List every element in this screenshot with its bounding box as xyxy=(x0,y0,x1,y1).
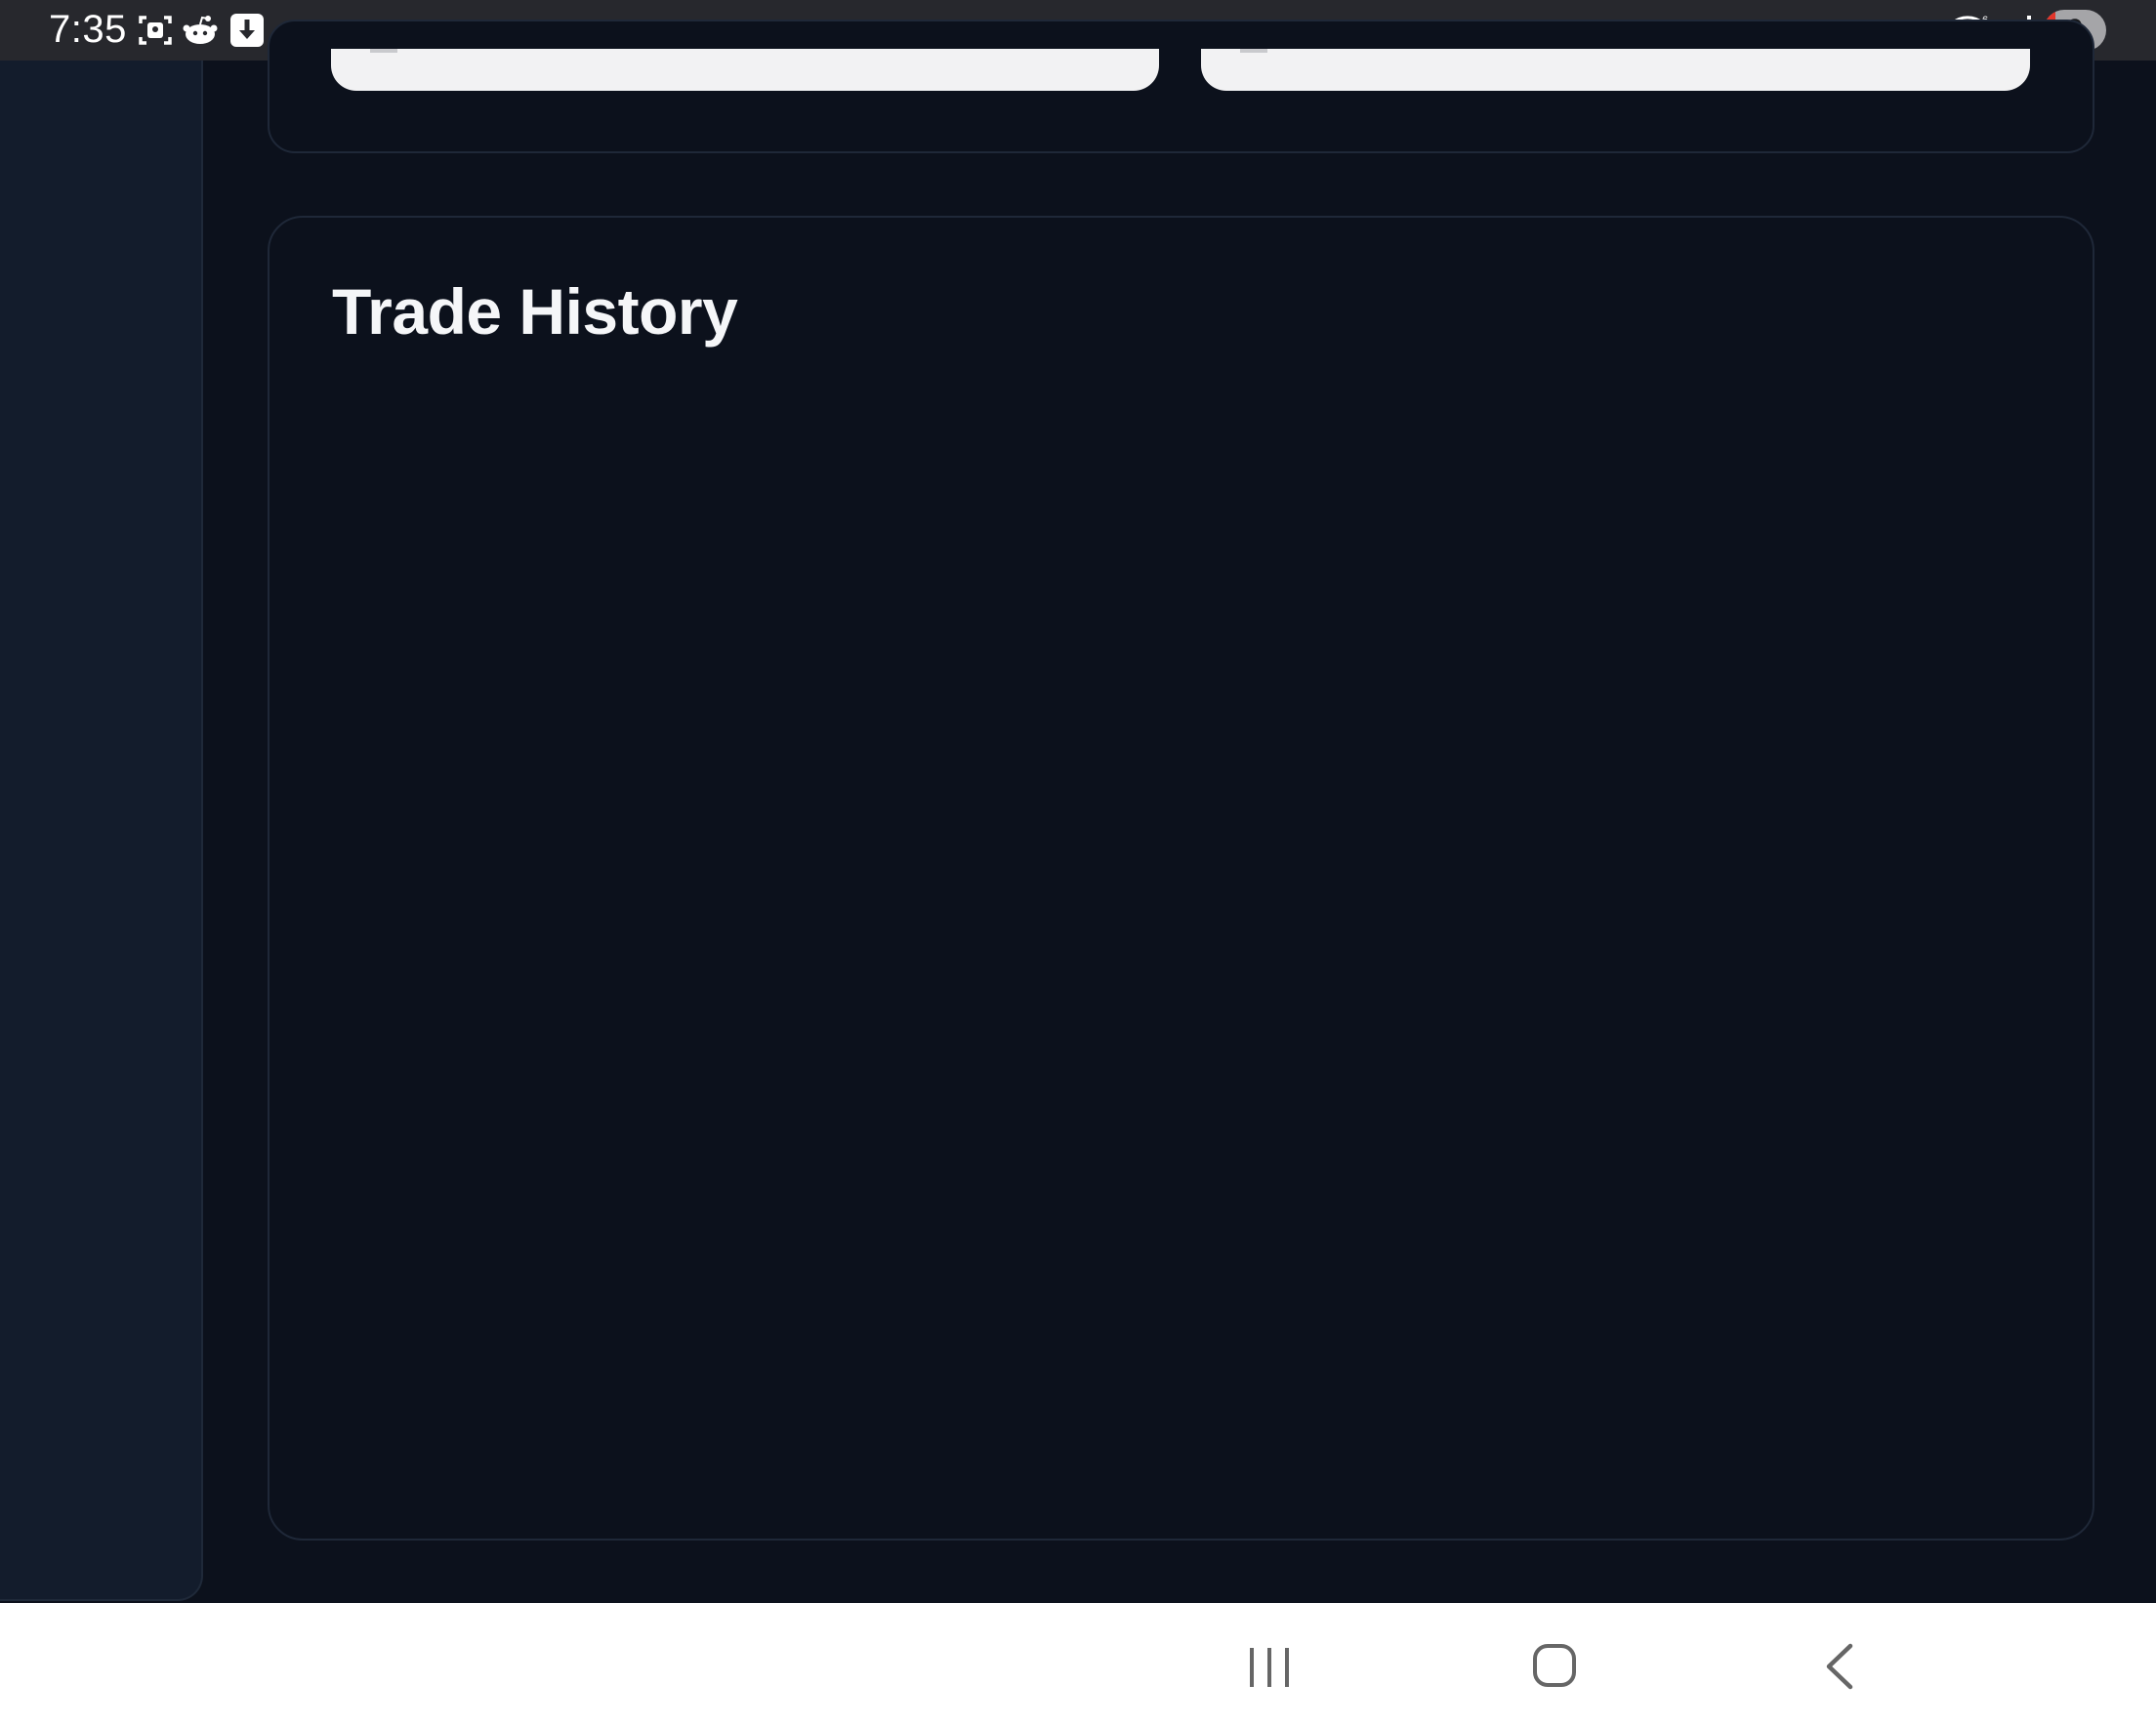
download-icon xyxy=(228,12,266,49)
navigation-bar xyxy=(0,1603,2156,1726)
sidebar xyxy=(0,61,203,1601)
home-button[interactable] xyxy=(1496,1603,1613,1726)
status-time: 7:35 xyxy=(49,8,127,51)
order-button-left[interactable] xyxy=(331,49,1159,91)
button-icon-fragment xyxy=(370,49,397,53)
trade-history-card: Trade History xyxy=(268,216,2094,1541)
back-button[interactable] xyxy=(1780,1603,1897,1726)
screenshot-icon xyxy=(137,12,174,49)
button-icon-fragment xyxy=(1240,49,1267,53)
order-button-right[interactable] xyxy=(1201,49,2030,91)
trade-history-title: Trade History xyxy=(332,275,738,348)
reddit-icon xyxy=(182,12,219,49)
recent-apps-button[interactable] xyxy=(1211,1603,1328,1726)
